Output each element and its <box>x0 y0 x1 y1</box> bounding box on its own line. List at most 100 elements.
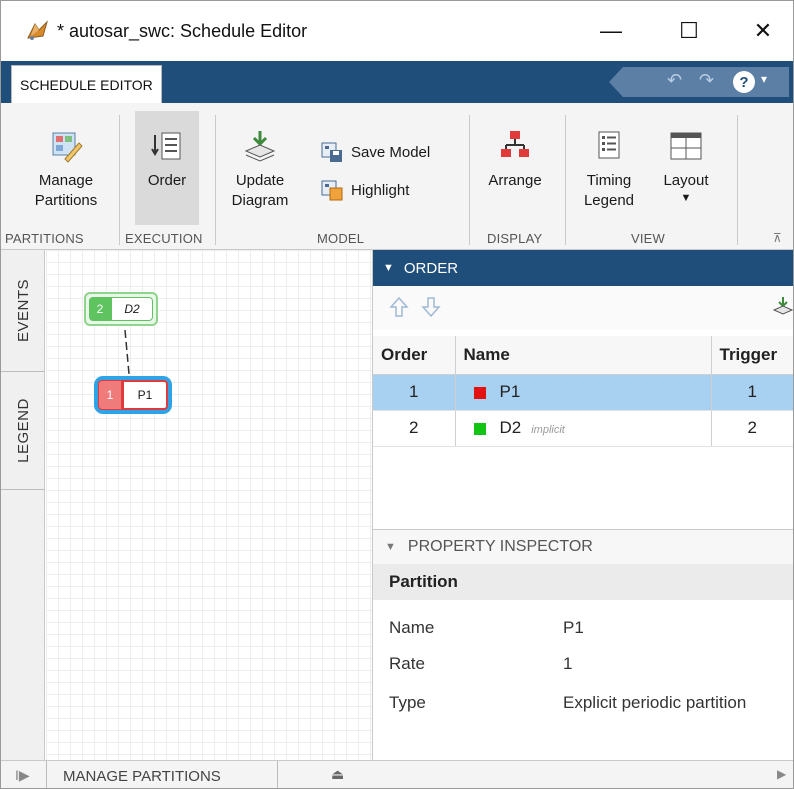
collapse-caret-icon: ▼ <box>385 541 396 553</box>
row-trigger: 1 <box>711 374 793 411</box>
implicit-tag: implicit <box>531 424 565 436</box>
property-inspector: ▼ PROPERTY INSPECTOR Partition Name P1 R… <box>372 529 793 760</box>
property-key: Rate <box>389 654 425 673</box>
layout-label: Layout <box>663 172 709 189</box>
node-order: 1 <box>98 380 122 410</box>
order-button[interactable]: Order <box>135 111 199 225</box>
column-order[interactable]: Order <box>373 336 456 375</box>
update-diagram-icon[interactable] <box>773 296 793 318</box>
divider <box>737 115 738 245</box>
divider <box>119 115 120 245</box>
undo-icon[interactable]: ↶ <box>667 70 682 91</box>
row-name: P1 <box>499 382 521 401</box>
expand-panel-icon[interactable]: I▶ <box>15 767 30 784</box>
arrange-icon <box>501 131 529 157</box>
order-panel-header[interactable]: ▼ ORDER <box>373 250 793 286</box>
property-key: Type <box>389 693 426 712</box>
property-inspector-header[interactable]: ▼ PROPERTY INSPECTOR <box>373 530 793 564</box>
tab-schedule-editor[interactable]: SCHEDULE EDITOR <box>11 65 162 103</box>
column-name[interactable]: Name <box>455 336 712 375</box>
timing-legend-button[interactable]: Timing Legend <box>579 129 639 211</box>
section-model: MODEL <box>317 231 365 246</box>
window-title: * autosar_swc: Schedule Editor <box>57 21 308 41</box>
save-model-label: Save Model <box>351 143 431 161</box>
layout-button[interactable]: Layout ▼ <box>655 129 717 205</box>
node-name: D2 <box>111 297 153 321</box>
title-bar: * autosar_swc: Schedule Editor — ☐ ✕ <box>1 1 793 61</box>
table-row[interactable]: 2 D2 implicit 2 <box>373 410 793 447</box>
arrange-button[interactable]: Arrange <box>481 129 549 191</box>
property-key: Name <box>389 618 435 637</box>
schedule-canvas[interactable]: 2 D2 1 P1 <box>46 250 372 760</box>
tab-events[interactable]: EVENTS <box>1 250 45 372</box>
row-name-cell: P1 <box>455 374 712 411</box>
row-name: D2 <box>499 418 522 437</box>
layout-dropdown-icon: ▼ <box>680 192 692 204</box>
update-diagram-button[interactable]: Update Diagram <box>229 129 291 211</box>
highlight-icon <box>321 180 343 201</box>
layout-icon <box>670 132 702 160</box>
partition-node-p1[interactable]: 1 P1 <box>94 376 172 414</box>
eject-icon[interactable]: ⏏ <box>331 766 344 783</box>
node-order: 2 <box>89 297 111 321</box>
help-icon[interactable]: ? <box>733 71 755 93</box>
property-value[interactable]: Explicit periodic partition <box>563 693 746 713</box>
timing-legend-label: Timing Legend <box>583 172 635 209</box>
manage-partitions-button[interactable]: Manage Partitions <box>21 129 111 211</box>
collapse-toolstrip-icon[interactable]: ⊼ <box>773 231 782 245</box>
tab-strip: SCHEDULE EDITOR ↶ ↷ ? ▾ <box>1 61 793 103</box>
side-tabs: EVENTS LEGEND <box>1 250 45 760</box>
scroll-right-icon[interactable]: ▶ <box>777 767 786 781</box>
table-row[interactable]: 1 P1 1 <box>373 374 793 411</box>
section-display: DISPLAY <box>487 231 543 246</box>
section-partitions: PARTITIONS <box>5 231 84 246</box>
partition-color-swatch <box>473 422 486 435</box>
property-value[interactable]: 1 <box>563 654 572 674</box>
row-order: 1 <box>373 374 456 411</box>
close-button[interactable]: ✕ <box>743 13 783 49</box>
column-trigger[interactable]: Trigger <box>711 336 793 375</box>
save-model-icon <box>321 142 342 162</box>
node-connector <box>124 330 130 375</box>
order-toolbar <box>373 286 793 330</box>
redo-icon[interactable]: ↷ <box>699 70 714 91</box>
table-header-row: Order Name Trigger <box>373 336 793 375</box>
tab-legend[interactable]: LEGEND <box>1 372 45 490</box>
arrange-label: Arrange <box>488 172 542 189</box>
highlight-label: Highlight <box>351 181 410 199</box>
maximize-button[interactable]: ☐ <box>669 13 709 49</box>
timing-legend-icon <box>598 131 620 159</box>
order-label: Order <box>147 172 187 189</box>
row-order: 2 <box>373 410 456 447</box>
order-panel-title: ORDER <box>403 259 459 277</box>
save-model-button[interactable]: Save Model <box>321 141 430 163</box>
manage-partitions-icon <box>52 132 83 163</box>
partition-node-d2[interactable]: 2 D2 <box>84 292 158 326</box>
update-diagram-label: Update Diagram <box>231 172 289 209</box>
manage-partitions-label: Manage Partitions <box>34 172 98 209</box>
section-execution: EXECUTION <box>125 231 203 246</box>
highlight-button[interactable]: Highlight <box>321 179 409 201</box>
help-dropdown-icon[interactable]: ▾ <box>761 72 767 86</box>
toolstrip: Manage Partitions PARTITIONS Order EXECU… <box>1 103 793 250</box>
divider <box>469 115 470 245</box>
matlab-app-icon <box>27 20 49 40</box>
row-name-cell: D2 implicit <box>455 410 712 447</box>
section-view: VIEW <box>631 231 666 246</box>
move-down-icon[interactable] <box>421 296 441 318</box>
order-panel: ▼ ORDER Order Name Trigger 1 P1 1 2 D2 i… <box>372 250 793 530</box>
property-inspector-title: PROPERTY INSPECTOR <box>407 538 593 555</box>
quick-access-toolbar: ↶ ↷ ? ▾ <box>609 67 789 97</box>
collapse-caret-icon: ▼ <box>383 262 394 274</box>
property-value[interactable]: P1 <box>563 618 584 638</box>
schedule-editor-window: * autosar_swc: Schedule Editor — ☐ ✕ SCH… <box>0 0 794 789</box>
divider <box>215 115 216 245</box>
manage-partitions-tab[interactable]: MANAGE PARTITIONS <box>46 761 278 788</box>
inspector-section-title: Partition <box>373 564 793 600</box>
divider <box>565 115 566 245</box>
partition-color-swatch <box>473 386 486 399</box>
minimize-button[interactable]: — <box>591 13 631 49</box>
update-diagram-icon <box>244 131 276 162</box>
tab-events-label: EVENTS <box>14 278 32 343</box>
move-up-icon[interactable] <box>389 296 409 318</box>
